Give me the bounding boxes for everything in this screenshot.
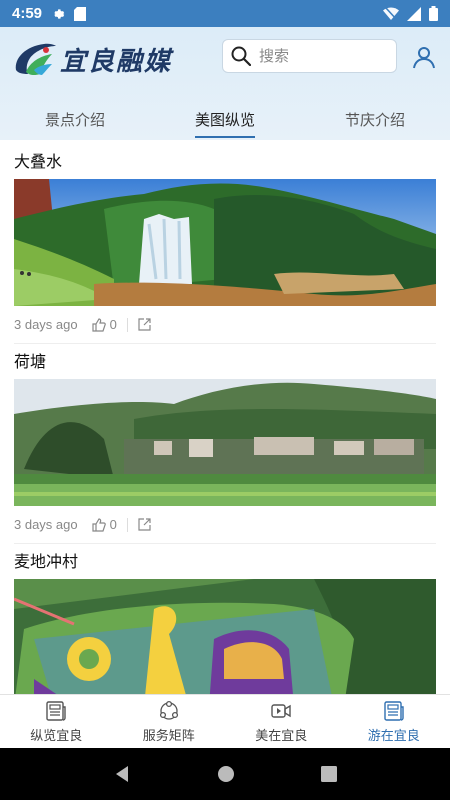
- back-icon[interactable]: [113, 765, 131, 783]
- recents-icon[interactable]: [321, 766, 337, 782]
- field-art-photo: [14, 579, 436, 694]
- card-image-field-art[interactable]: [14, 579, 436, 694]
- settings-gear-icon: [54, 8, 65, 19]
- feed-card[interactable]: 麦地冲村: [14, 544, 436, 694]
- bottom-nav: 纵览宜良 服务矩阵 美在宜良 游在宜良: [0, 694, 450, 748]
- share-icon[interactable]: [138, 518, 151, 531]
- nav-beauty[interactable]: 美在宜良: [225, 695, 338, 748]
- sd-card-icon: [74, 6, 87, 21]
- thumbs-up-icon: [92, 517, 106, 532]
- card-meta: 3 days ago 0: [14, 306, 436, 344]
- meta-divider: [126, 317, 128, 332]
- card-title: 荷塘: [14, 352, 47, 371]
- search-box[interactable]: [222, 39, 397, 73]
- newspaper-icon: [46, 700, 66, 721]
- waterfall-photo: [14, 179, 436, 306]
- app-header: 宜良融媒 景点介绍 美图纵览 节庆介绍: [0, 27, 450, 140]
- video-icon: [271, 703, 291, 718]
- nav-overview[interactable]: 纵览宜良: [0, 695, 113, 748]
- like-button[interactable]: 0: [92, 317, 117, 332]
- nav-services[interactable]: 服务矩阵: [113, 695, 226, 748]
- feed-card[interactable]: 大叠水 3 days ago 0: [14, 144, 436, 344]
- thumbs-up-icon: [92, 317, 106, 332]
- tab-label: 景点介绍: [44, 110, 105, 129]
- user-profile-icon[interactable]: [412, 45, 436, 69]
- feed-card[interactable]: 荷塘 3 days ago 0: [14, 344, 436, 544]
- newspaper-icon: [384, 700, 404, 721]
- card-image-lotus-pond[interactable]: [14, 379, 436, 506]
- meta-divider: [126, 517, 128, 532]
- nav-label: 游在宜良: [367, 728, 420, 744]
- nav-label: 美在宜良: [255, 728, 308, 744]
- nav-label: 纵览宜良: [30, 728, 83, 744]
- post-time: 3 days ago: [14, 517, 78, 532]
- lotus-pond-photo: [14, 379, 436, 506]
- wifi-off-icon: [383, 6, 399, 21]
- share-icon[interactable]: [138, 318, 151, 331]
- status-time: 4:59: [12, 5, 43, 22]
- tab-label: 美图纵览: [194, 110, 255, 129]
- search-input[interactable]: [259, 47, 389, 65]
- nav-travel[interactable]: 游在宜良: [338, 695, 450, 748]
- card-image-waterfall[interactable]: [14, 179, 436, 306]
- like-count: 0: [109, 317, 117, 332]
- logo-mark-icon: [15, 43, 56, 76]
- system-navigation-bar: [0, 748, 450, 800]
- tab-gallery[interactable]: 美图纵览: [150, 98, 300, 140]
- card-meta: 3 days ago 0: [14, 506, 436, 544]
- home-icon[interactable]: [217, 765, 235, 783]
- tab-scenic-intro[interactable]: 景点介绍: [0, 98, 150, 140]
- search-icon: [231, 46, 251, 66]
- battery-icon: [429, 6, 438, 21]
- like-button[interactable]: 0: [92, 517, 117, 532]
- tab-label: 节庆介绍: [344, 110, 405, 129]
- signal-icon: [407, 6, 421, 21]
- app-logo: 宜良融媒: [12, 39, 172, 79]
- photo-feed: 大叠水 3 days ago 0 荷塘 3 days ago 0 麦地冲村: [0, 140, 450, 694]
- like-count: 0: [109, 517, 117, 532]
- logo-text: 宜良融媒: [60, 46, 173, 77]
- post-time: 3 days ago: [14, 317, 78, 332]
- status-bar: 4:59: [0, 0, 450, 27]
- card-title: 麦地冲村: [14, 552, 79, 571]
- tab-festival-intro[interactable]: 节庆介绍: [300, 98, 450, 140]
- nav-label: 服务矩阵: [142, 728, 195, 744]
- card-title: 大叠水: [14, 152, 63, 171]
- category-tabs: 景点介绍 美图纵览 节庆介绍: [0, 98, 450, 140]
- matrix-icon: [159, 700, 178, 720]
